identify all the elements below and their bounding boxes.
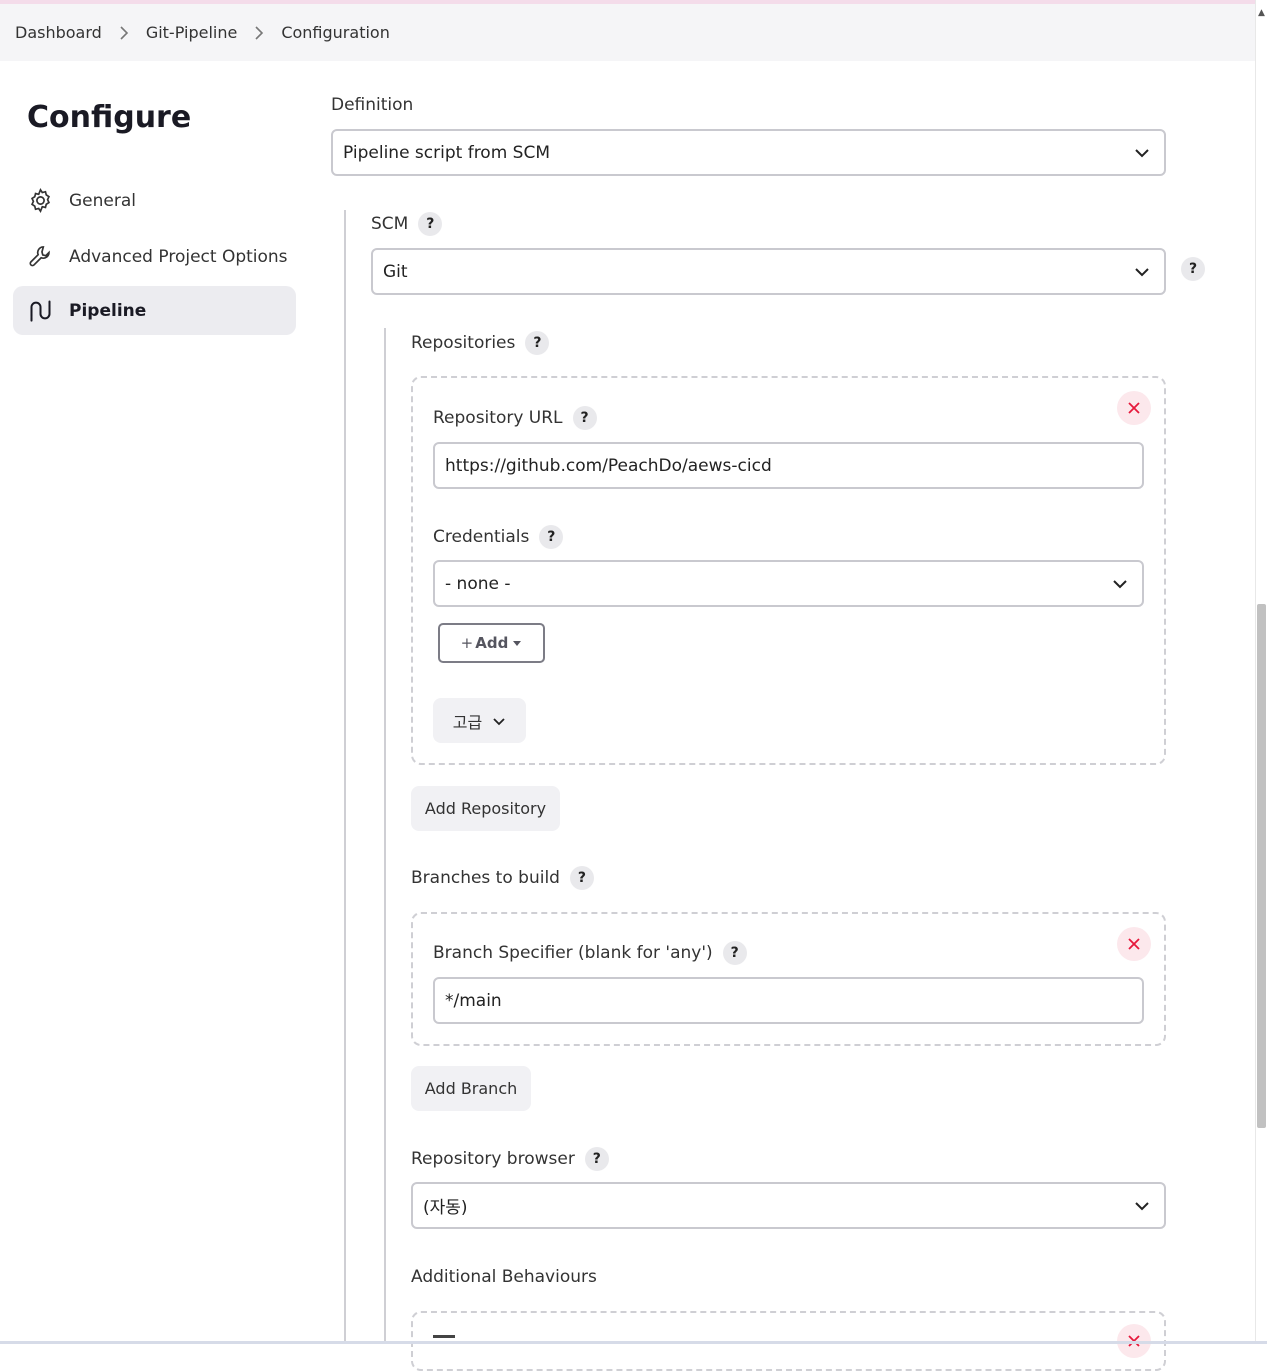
git-section-line (384, 328, 386, 1344)
add-repository-label: Add Repository (424, 799, 547, 818)
help-icon[interactable]: ? (572, 406, 597, 430)
repository-browser-label: Repository browser ? (411, 1147, 609, 1171)
chevron-down-icon (1113, 580, 1127, 589)
chevron-right-icon (254, 25, 264, 40)
definition-label: Definition (331, 95, 413, 115)
sidebar-item-label: Pipeline (69, 300, 147, 321)
breadcrumb: Dashboard Git-Pipeline Configuration (0, 4, 1255, 61)
repository-browser-label-text: Repository browser (411, 1149, 575, 1169)
repository-url-input[interactable]: https://github.com/PeachDo/aews-cicd (433, 442, 1144, 489)
scm-label-text: SCM (371, 214, 409, 234)
help-icon[interactable]: ? (418, 212, 443, 236)
breadcrumb-git-pipeline[interactable]: Git-Pipeline (146, 23, 238, 42)
sidebar-item-label: General (69, 190, 136, 211)
repository-url-label: Repository URL ? (433, 406, 597, 430)
wrench-icon (29, 246, 50, 267)
repository-url-label-text: Repository URL (433, 408, 563, 428)
help-icon[interactable]: ? (525, 331, 550, 355)
close-icon (1128, 402, 1140, 414)
advanced-toggle-button[interactable]: 고급 (433, 698, 526, 743)
credentials-select-value: - none - (445, 573, 511, 594)
additional-behaviours-label: Additional Behaviours (411, 1267, 597, 1287)
scroll-up-arrow-icon[interactable]: ▲ (1258, 8, 1265, 18)
help-icon[interactable]: ? (722, 941, 747, 965)
branch-specifier-label: Branch Specifier (blank for 'any') ? (433, 941, 747, 965)
scm-label: SCM ? (371, 212, 443, 236)
sidebar-item-general[interactable]: General (13, 176, 296, 225)
credentials-select[interactable]: - none - (433, 560, 1144, 607)
scm-section-line (344, 210, 346, 1344)
branches-to-build-label: Branches to build ? (411, 866, 594, 890)
branches-to-build-label-text: Branches to build (411, 868, 560, 888)
scm-select[interactable]: Git (371, 248, 1166, 295)
scrollbar-thumb[interactable] (1257, 604, 1266, 1128)
caret-down-icon (513, 641, 522, 646)
chevron-down-icon (493, 717, 505, 725)
advanced-toggle-label: 고급 (452, 712, 483, 732)
breadcrumb-configuration[interactable]: Configuration (281, 23, 390, 42)
sidebar-item-label: Advanced Project Options (69, 246, 288, 267)
branch-specifier-value: */main (445, 990, 502, 1011)
branch-specifier-label-text: Branch Specifier (blank for 'any') (433, 943, 713, 963)
repository-url-value: https://github.com/PeachDo/aews-cicd (445, 455, 772, 476)
definition-select-value: Pipeline script from SCM (343, 142, 551, 163)
add-repository-button[interactable]: Add Repository (411, 786, 560, 831)
help-icon[interactable]: ? (539, 525, 564, 549)
add-branch-label: Add Branch (424, 1079, 518, 1098)
chevron-down-icon (1135, 268, 1149, 277)
drag-handle-icon[interactable] (433, 1335, 455, 1338)
repository-browser-select[interactable]: (자동) (411, 1182, 1166, 1229)
sidebar-item-advanced-project-options[interactable]: Advanced Project Options (13, 232, 296, 281)
add-branch-button[interactable]: Add Branch (411, 1066, 531, 1111)
branch-specifier-input[interactable]: */main (433, 977, 1144, 1024)
definition-select[interactable]: Pipeline script from SCM (331, 129, 1166, 176)
remove-branch-button[interactable] (1117, 927, 1151, 961)
definition-label-text: Definition (331, 95, 414, 115)
pipeline-icon (30, 300, 51, 322)
chevron-down-icon (1135, 149, 1149, 158)
repository-browser-select-value: (자동) (423, 1198, 468, 1218)
close-icon (1128, 938, 1140, 950)
credentials-label: Credentials ? (433, 525, 564, 549)
add-credentials-label: Add (475, 634, 509, 652)
chevron-down-icon (1135, 1202, 1149, 1211)
plus-icon: + (460, 634, 474, 652)
repositories-label-text: Repositories (411, 333, 516, 353)
add-credentials-button[interactable]: + Add (438, 623, 545, 663)
breadcrumb-dashboard[interactable]: Dashboard (15, 23, 102, 42)
help-icon[interactable]: ? (569, 866, 594, 890)
page-title: Configure (27, 100, 192, 135)
additional-behaviours-label-text: Additional Behaviours (411, 1267, 597, 1287)
remove-repository-button[interactable] (1117, 391, 1151, 425)
chevron-right-icon (119, 25, 129, 40)
sidebar-item-pipeline[interactable]: Pipeline (13, 286, 296, 335)
repositories-label: Repositories ? (411, 331, 550, 355)
scm-select-value: Git (383, 261, 408, 282)
gear-icon (30, 188, 51, 213)
scm-select-help-icon[interactable]: ? (1181, 257, 1205, 281)
help-icon[interactable]: ? (584, 1147, 609, 1171)
credentials-label-text: Credentials (433, 527, 530, 547)
